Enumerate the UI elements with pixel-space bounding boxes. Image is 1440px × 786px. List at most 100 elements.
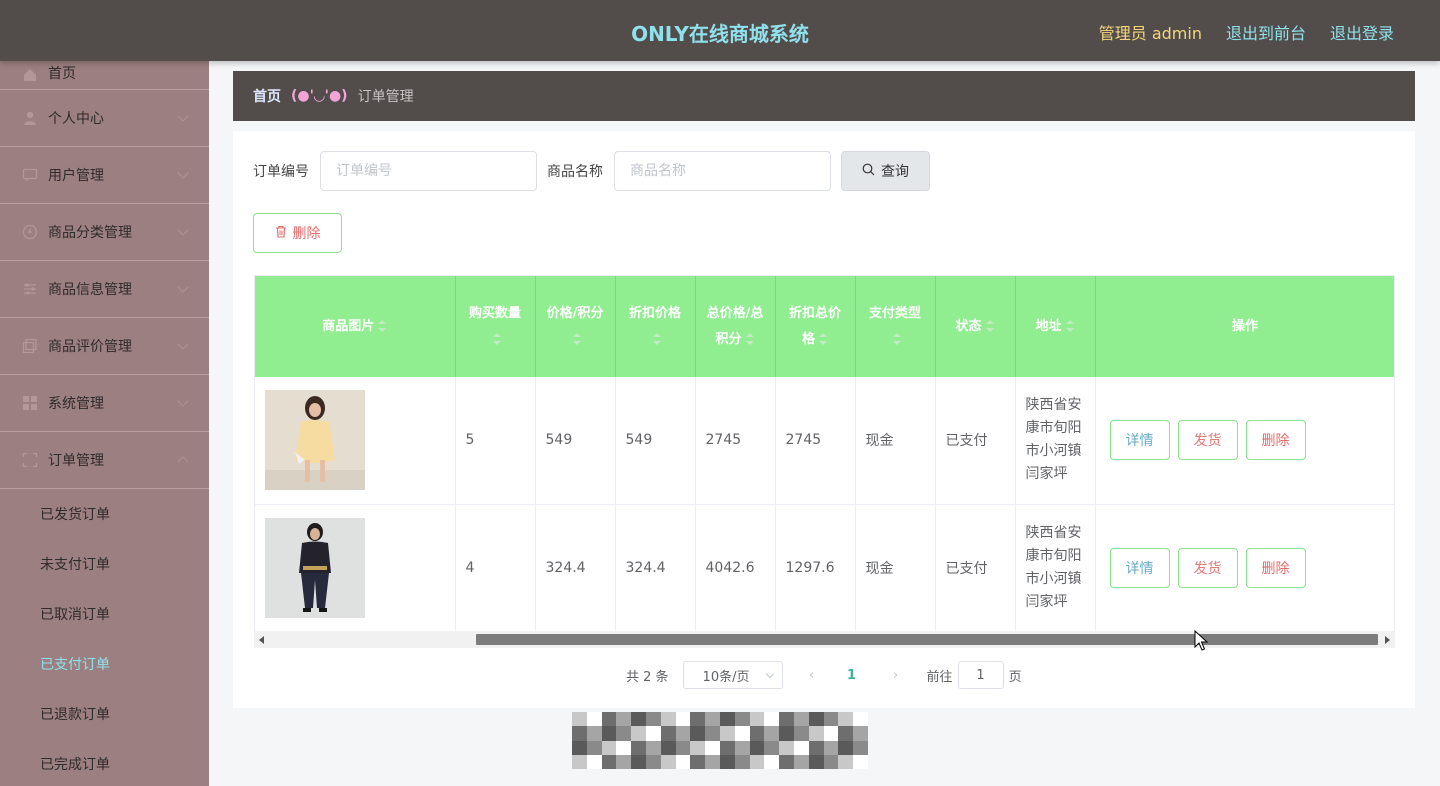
col-header-qty[interactable]: 购买数量 [455, 276, 536, 377]
sidebar-subitem-refunded[interactable]: 已退款订单 [0, 689, 209, 739]
cell-qty: 4 [455, 504, 536, 632]
mosaic-cell [572, 712, 587, 727]
cell-status: 已支付 [935, 377, 1016, 505]
mosaic-cell [705, 712, 720, 727]
cell-price: 549 [535, 377, 616, 505]
ship-button[interactable]: 发货 [1177, 547, 1238, 588]
sidebar-subitem-unpaid[interactable]: 未支付订单 [0, 539, 209, 589]
mosaic-cell [601, 740, 617, 755]
mosaic-cell [794, 712, 809, 727]
sidebar-item-home[interactable]: 首页 [0, 61, 209, 90]
pagination-total: 共 2 条 [626, 669, 669, 685]
cell-discount-total: 1297.6 [775, 504, 856, 632]
col-header-total[interactable]: 总价格/总积分 [695, 276, 776, 377]
mosaic-cell [646, 712, 661, 727]
order-no-input[interactable] [320, 151, 537, 191]
row-delete-button[interactable]: 删除 [1245, 547, 1306, 588]
sidebar-item-system[interactable]: 系统管理 [0, 375, 209, 432]
exit-to-front-link[interactable]: 退出到前台 [1226, 20, 1306, 44]
sidebar-subitem-paid[interactable]: 已支付订单 [0, 639, 209, 689]
mosaic-cell [838, 740, 854, 755]
mosaic-cell [794, 754, 809, 769]
col-header-address[interactable]: 地址 [1015, 276, 1096, 377]
search-form: 订单编号 商品名称 查询 [253, 151, 930, 191]
chat-icon [22, 167, 38, 183]
pagination: 共 2 条 10条/页 ‹ 1 › 前往 页 [626, 661, 1022, 689]
copy-icon [22, 338, 38, 354]
cell-total: 2745 [695, 377, 776, 505]
breadcrumb-home[interactable]: 首页 [253, 86, 281, 106]
page-size-select[interactable]: 10条/页 [682, 661, 783, 689]
col-header-price[interactable]: 价格/积分 [535, 276, 616, 377]
sidebar-subitem-shipped[interactable]: 已发货订单 [0, 489, 209, 539]
sidebar-item-label: 订单管理 [48, 453, 104, 469]
sidebar-item-category[interactable]: 商品分类管理 [0, 204, 209, 261]
sidebar-item-users[interactable]: 用户管理 [0, 147, 209, 204]
chevron-down-icon [177, 224, 189, 236]
sort-icon [492, 333, 502, 345]
cell-discount-price: 324.4 [615, 504, 696, 632]
detail-button[interactable]: 详情 [1109, 547, 1170, 588]
col-header-discount-total[interactable]: 折扣总价格 [775, 276, 856, 377]
sidebar-item-orders[interactable]: 订单管理 [0, 432, 209, 489]
table-row: 4 324.4 324.4 4042.6 1297.6 现金 已支付 陕西省安康… [255, 504, 1394, 632]
goto-suffix: 页 [1008, 669, 1022, 685]
goto-label: 前往 [926, 669, 953, 685]
mosaic-cell [749, 754, 765, 769]
sidebar-subitem-completed[interactable]: 已完成订单 [0, 739, 209, 786]
sidebar-subitem-cancelled[interactable]: 已取消订单 [0, 589, 209, 639]
page-number-current[interactable]: 1 [837, 668, 867, 683]
mosaic-cell [764, 740, 780, 755]
product-image-black-suit[interactable] [265, 517, 365, 618]
mosaic-cell [616, 726, 632, 741]
user-icon [22, 110, 38, 126]
sort-icon [572, 333, 582, 345]
query-button[interactable]: 查询 [841, 151, 930, 191]
table-horizontal-scrollbar[interactable] [254, 631, 1395, 648]
mosaic-cell [808, 740, 824, 755]
mosaic-cell [616, 754, 632, 769]
ship-button[interactable]: 发货 [1177, 420, 1238, 461]
mosaic-cell [586, 740, 602, 755]
mosaic-cell [586, 754, 602, 769]
goto-page-input[interactable] [957, 661, 1004, 689]
col-header-discount-price[interactable]: 折扣价格 [615, 276, 696, 377]
home-icon [22, 67, 38, 83]
sort-icon [818, 333, 828, 345]
chevron-up-icon [177, 456, 189, 468]
next-page-button[interactable]: › [881, 668, 911, 683]
sidebar-item-label: 系统管理 [48, 396, 104, 412]
sidebar: 首页 个人中心 用户管理 商品分类管理 商品信息管理 商品评价管理 系统管理 订… [0, 61, 209, 786]
mosaic-cell [586, 726, 602, 741]
mosaic-cell [631, 740, 646, 755]
table-header-row: 商品图片 购买数量 价格/积分 折扣价格 总价格/总积分 折扣总价格 支付类型 … [255, 276, 1394, 377]
mosaic-cell [749, 726, 765, 741]
col-header-status[interactable]: 状态 [935, 276, 1016, 377]
product-name-input[interactable] [614, 151, 831, 191]
breadcrumb: 首页 (●'◡'●) 订单管理 [233, 71, 1415, 121]
sidebar-item-label: 商品分类管理 [48, 225, 132, 241]
logout-link[interactable]: 退出登录 [1330, 20, 1394, 44]
sidebar-item-product-info[interactable]: 商品信息管理 [0, 261, 209, 318]
scroll-left-icon[interactable] [259, 636, 264, 644]
row-delete-button[interactable]: 删除 [1245, 420, 1306, 461]
mosaic-cell [690, 726, 706, 741]
product-image-yellow-dress[interactable] [265, 390, 365, 491]
sidebar-item-reviews[interactable]: 商品评价管理 [0, 318, 209, 375]
col-header-image[interactable]: 商品图片 [255, 276, 456, 377]
scrollbar-thumb[interactable] [476, 634, 1378, 645]
batch-delete-button[interactable]: 删除 [253, 213, 342, 253]
chevron-down-icon [177, 338, 189, 350]
prev-page-button[interactable]: ‹ [797, 668, 827, 683]
mosaic-cell [764, 726, 780, 741]
col-header-pay-type[interactable]: 支付类型 [855, 276, 936, 377]
mosaic-cell [601, 712, 617, 727]
sidebar-item-personal[interactable]: 个人中心 [0, 90, 209, 147]
mosaic-cell [675, 726, 691, 741]
sidebar-item-label: 个人中心 [48, 111, 104, 127]
detail-button[interactable]: 详情 [1109, 420, 1170, 461]
trash-icon [275, 225, 287, 242]
chevron-down-icon [177, 281, 189, 293]
cell-image [255, 504, 456, 632]
scroll-right-icon[interactable] [1385, 636, 1390, 644]
